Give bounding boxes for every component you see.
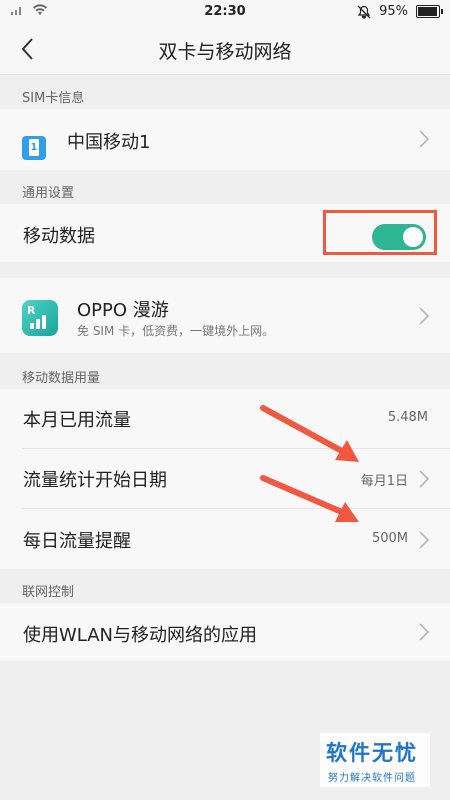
chevron-right-icon: [419, 470, 430, 488]
highlight-box-annotation: [323, 210, 437, 255]
start-date-value: 每月1日: [360, 474, 408, 489]
mobile-data-label: 移动数据: [23, 226, 95, 247]
network-apps-label: 使用WLAN与移动网络的应用: [23, 625, 258, 646]
daily-alert-value: 500M: [371, 531, 408, 546]
sim-card-row[interactable]: 1 中国移动1: [0, 109, 450, 170]
chevron-right-icon: [419, 307, 430, 325]
battery-icon: [416, 5, 443, 18]
oppo-roaming-row[interactable]: R OPPO 漫游 免 SIM 卡，低资费，一键境外上网。: [0, 278, 450, 353]
start-date-row[interactable]: 流量统计开始日期 每月1日: [0, 449, 450, 508]
annotation-arrow-icon: [260, 475, 359, 522]
section-general-label: 通用设置: [22, 186, 75, 201]
daily-alert-row[interactable]: 每日流量提醒 500M: [0, 509, 450, 569]
status-bar: 22:30 95%: [0, 0, 450, 24]
oppo-roaming-title: OPPO 漫游: [77, 300, 169, 321]
network-apps-row[interactable]: 使用WLAN与移动网络的应用: [0, 603, 450, 661]
watermark-subtitle: 努力解决软件问题: [328, 773, 416, 784]
usage-group: 本月已用流量 5.48M 流量统计开始日期 每月1日 每日流量提醒 500M: [0, 389, 450, 569]
status-right: 95%: [357, 4, 443, 19]
section-network-control: 联网控制: [0, 569, 450, 603]
watermark-logo: 软件无忧 努力解决软件问题: [320, 733, 430, 787]
section-sim-info-label: SIM卡信息: [22, 91, 85, 106]
section-usage: 移动数据用量: [0, 355, 450, 389]
sim-card-icon: 1: [22, 136, 46, 160]
this-month-usage-row[interactable]: 本月已用流量 5.48M: [0, 389, 450, 448]
page-title: 双卡与移动网络: [158, 41, 292, 63]
oppo-roaming-subtitle: 免 SIM 卡，低资费，一键境外上网。: [77, 324, 275, 338]
this-month-usage-value: 5.48M: [387, 410, 428, 425]
watermark-title: 软件无忧: [326, 741, 418, 765]
start-date-label: 流量统计开始日期: [23, 470, 167, 491]
battery-percent: 95%: [379, 4, 408, 19]
section-network-control-label: 联网控制: [22, 585, 75, 600]
mute-icon: [357, 5, 371, 19]
signal-bars-glyph: [30, 315, 46, 329]
chevron-right-icon: [419, 623, 430, 641]
sim-card-label: 中国移动1: [67, 132, 151, 153]
chevron-right-icon: [419, 130, 430, 148]
sim-card-icon-number: 1: [30, 142, 38, 153]
this-month-usage-label: 本月已用流量: [23, 410, 131, 431]
section-sim-info: SIM卡信息: [0, 75, 450, 109]
daily-alert-label: 每日流量提醒: [23, 531, 131, 552]
annotation-arrow-icon: [260, 405, 359, 462]
nav-bar: 双卡与移动网络: [0, 24, 450, 75]
section-usage-label: 移动数据用量: [22, 371, 101, 386]
chevron-right-icon: [419, 531, 430, 549]
section-general: 通用设置: [0, 170, 450, 204]
oppo-roaming-icon: R: [22, 300, 58, 336]
